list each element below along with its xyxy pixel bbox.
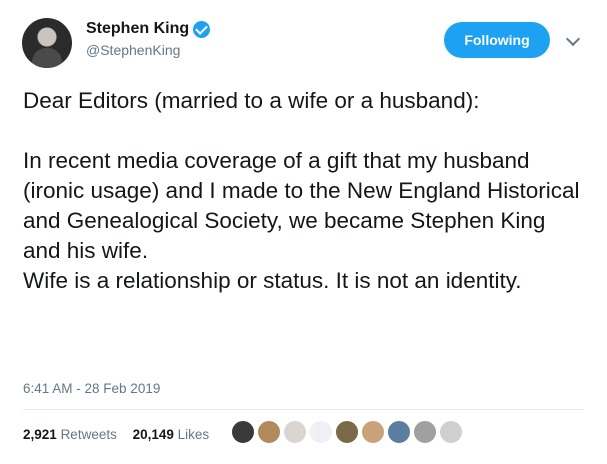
likes-stat[interactable]: 20,149 Likes: [133, 427, 210, 442]
author-name-block[interactable]: Stephen King @StephenKing: [86, 20, 211, 58]
verified-badge-icon: [193, 20, 211, 38]
liker-avatar-5[interactable]: [334, 419, 360, 445]
tweet-timestamp[interactable]: 6:41 AM - 28 Feb 2019: [23, 381, 160, 396]
tweet-stats: 2,921 Retweets 20,149 Likes: [23, 427, 221, 442]
liker-avatar-4[interactable]: [308, 419, 334, 445]
chevron-down-icon[interactable]: [565, 31, 581, 47]
retweets-label: Retweets: [60, 427, 117, 442]
liker-avatar-1[interactable]: [230, 419, 256, 445]
retweets-count: 2,921: [23, 427, 57, 442]
retweets-stat[interactable]: 2,921 Retweets: [23, 427, 117, 442]
likes-count: 20,149: [132, 427, 174, 442]
divider: [23, 409, 584, 410]
likes-label: Likes: [177, 427, 210, 442]
author-avatar[interactable]: [22, 18, 72, 68]
liker-avatar-9[interactable]: [438, 419, 464, 445]
author-handle[interactable]: @StephenKing: [86, 42, 210, 58]
tweet-header: Stephen King @StephenKing Following: [22, 16, 587, 68]
liker-avatar-6[interactable]: [360, 419, 386, 445]
liker-avatar-2[interactable]: [256, 419, 282, 445]
liker-avatar-3[interactable]: [282, 419, 308, 445]
liker-avatar-8[interactable]: [412, 419, 438, 445]
tweet-text: Dear Editors (married to a wife or a hus…: [23, 88, 580, 293]
author-display-name[interactable]: Stephen King: [86, 20, 189, 38]
following-button[interactable]: Following: [444, 22, 550, 58]
liker-avatar-7[interactable]: [386, 419, 412, 445]
